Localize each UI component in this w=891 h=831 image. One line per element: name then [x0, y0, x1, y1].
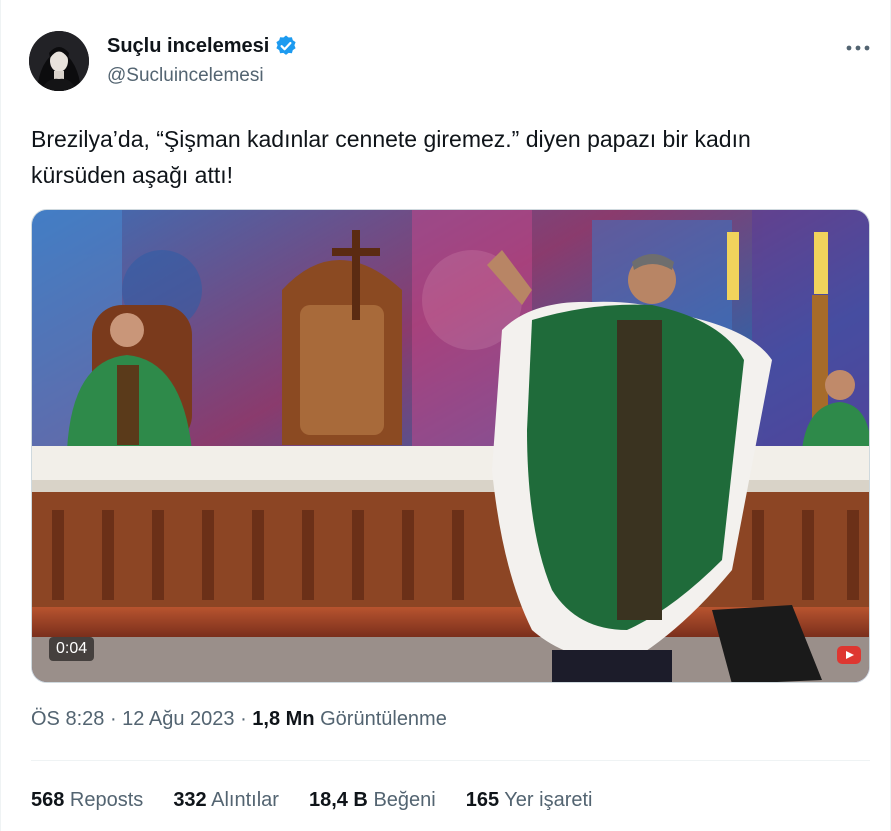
likes-label: Beğeni	[367, 789, 436, 811]
views-count: 1,8 Mn	[252, 708, 315, 730]
divider	[31, 760, 870, 761]
quotes-label: Alıntılar	[206, 789, 279, 811]
bookmarks-label: Yer işareti	[499, 789, 593, 811]
tweet-date[interactable]: 12 Ağu 2023	[122, 708, 234, 730]
youtube-logo-icon	[836, 644, 862, 666]
tweet-text-line: kürsüden aşağı attı!	[31, 162, 234, 188]
reposts-stat[interactable]: 568 Reposts	[31, 789, 143, 812]
video-frame	[32, 210, 869, 682]
quotes-count: 332	[173, 789, 207, 811]
tweet-text-line: Brezilya’da, “Şişman kadınlar cennete gi…	[31, 126, 751, 152]
bookmarks-stat[interactable]: 165 Yer işareti	[466, 789, 593, 812]
avatar[interactable]	[29, 31, 89, 91]
tweet-time[interactable]: ÖS 8:28	[31, 708, 104, 730]
quotes-stat[interactable]: 332 Alıntılar	[173, 789, 279, 812]
bookmarks-count: 165	[465, 789, 500, 811]
reposts-count: 568	[31, 789, 65, 811]
author-display-name[interactable]: Suçlu incelemesi	[107, 35, 269, 58]
author-handle[interactable]: @Sucluincelemesi	[107, 65, 264, 87]
video-timestamp: 0:04	[49, 637, 95, 661]
verified-badge-icon	[274, 34, 298, 58]
video-player[interactable]: 0:04	[31, 209, 870, 683]
tweet-stats: 568 Reposts 332 Alıntılar 18,4 B Beğeni …	[31, 789, 623, 812]
tweet-card: Suçlu incelemesi @Sucluincelemesi Brezil…	[0, 0, 891, 831]
separator: ·	[104, 708, 123, 730]
likes-stat[interactable]: 18,4 B Beğeni	[309, 789, 436, 812]
more-options-icon[interactable]	[844, 38, 872, 58]
tweet-meta: ÖS 8:28 · 12 Ağu 2023 · 1,8 Mn Görüntüle…	[31, 708, 447, 731]
likes-count: 18,4 B	[308, 789, 368, 811]
reposts-label: Reposts	[64, 789, 144, 811]
tweet-text: Brezilya’da, “Şişman kadınlar cennete gi…	[31, 121, 861, 193]
views-label: Görüntülenme	[314, 708, 447, 730]
separator: ·	[234, 708, 253, 730]
